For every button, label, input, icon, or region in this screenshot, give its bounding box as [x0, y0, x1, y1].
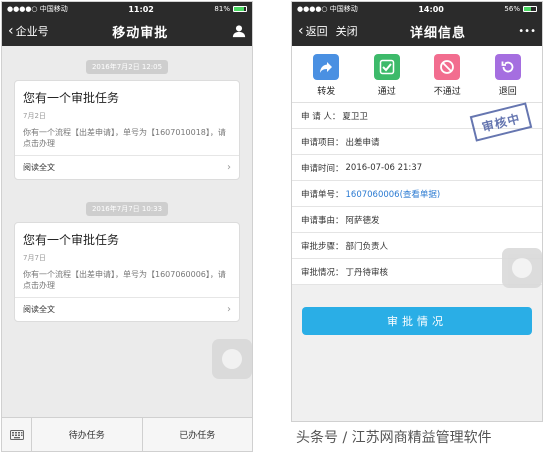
message-card[interactable]: 您有一个审批任务 7月2日 你有一个流程【出差申请】，单号为【160701001… [14, 80, 240, 180]
tab-done-tasks[interactable]: 已办任务 [141, 418, 253, 451]
assistive-touch-dot [222, 349, 242, 369]
assistive-touch-dot [512, 258, 532, 278]
status-bar: ●●●●○ 中国移动 14:00 56% [292, 2, 542, 16]
keyboard-icon [9, 429, 24, 440]
page-title: 移动审批 [112, 25, 169, 41]
nav-left-group: ‹ 返回 关闭 [298, 23, 358, 39]
field-label: 审批情况： [301, 267, 344, 278]
detail-screen: ●●●●○ 中国移动 14:00 56% ‹ 返回 关闭 详细信息 ••• 转发 [291, 1, 543, 422]
card-body: 您有一个审批任务 7月7日 你有一个流程【出差申请】，单号为【160706000… [15, 223, 239, 297]
field-label: 申请单号： [301, 189, 344, 200]
battery-icon [522, 6, 537, 12]
close-button[interactable]: 关闭 [336, 23, 358, 39]
card-title: 您有一个审批任务 [23, 91, 120, 105]
field-value: 丁丹待审核 [345, 267, 389, 278]
return-button[interactable]: 退回 [482, 54, 534, 97]
keyboard-toggle[interactable] [2, 418, 32, 451]
read-full-label: 阅读全文 [23, 163, 55, 172]
field-reason: 申请事由： 阿萨德发 [292, 207, 542, 233]
field-order-number: 申请单号： 1607060006(查看单据) [292, 181, 542, 207]
page-title: 详细信息 [409, 25, 466, 41]
approval-status-button[interactable]: 审批情况 [302, 307, 532, 335]
chevron-right-icon: › [227, 162, 231, 173]
battery-group: 56% [504, 5, 537, 13]
read-full-link[interactable]: 阅读全文 › [15, 297, 239, 321]
watermark-text: 头条号 / 江苏网商精益管理软件 [296, 430, 492, 446]
carrier-label: ●●●●○ 中国移动 [7, 5, 68, 13]
chevron-right-icon: › [227, 304, 231, 315]
more-options-button[interactable]: ••• [518, 26, 536, 37]
battery-fill [523, 7, 531, 11]
carrier-label: ●●●●○ 中国移动 [297, 5, 358, 13]
field-label: 申请时间： [301, 163, 344, 174]
field-label: 申请事由： [301, 215, 344, 226]
forward-icon [313, 54, 340, 80]
battery-fill [233, 7, 244, 11]
battery-percent: 81% [214, 5, 230, 13]
reject-icon [434, 54, 461, 80]
card-date: 7月2日 [23, 112, 46, 120]
field-label: 申请项目： [301, 137, 344, 148]
battery-group: 81% [214, 5, 247, 13]
chevron-left-icon: ‹ [8, 23, 14, 39]
clock: 11:02 [128, 4, 154, 14]
back-label: 企业号 [15, 25, 49, 38]
card-description: 你有一个流程【出差申请】，单号为【1607010018】，请点击办理 [23, 128, 226, 148]
timestamp-text: 2016年7月2日 12:05 [85, 60, 169, 74]
back-button[interactable]: 返回 [306, 23, 328, 39]
nav-bar: ‹ 企业号 移动审批 [2, 16, 252, 46]
return-label: 退回 [498, 87, 517, 97]
read-full-link[interactable]: 阅读全文 › [15, 155, 239, 179]
read-full-label: 阅读全文 [23, 305, 55, 314]
card-body: 您有一个审批任务 7月2日 你有一个流程【出差申请】，单号为【160701001… [15, 81, 239, 155]
assistive-touch-button[interactable] [212, 339, 252, 379]
nav-bar: ‹ 返回 关闭 详细信息 ••• [292, 16, 542, 46]
field-value: 2016-07-06 21:37 [345, 162, 423, 173]
field-value: 阿萨德发 [345, 215, 380, 226]
timestamp-text: 2016年7月7日 10:33 [85, 202, 169, 216]
message-timestamp: 2016年7月2日 12:05 [2, 54, 252, 74]
field-time: 申请时间： 2016-07-06 21:37 [292, 155, 542, 181]
card-description: 你有一个流程【出差申请】，单号为【1607060006】，请点击办理 [23, 270, 226, 290]
field-value: 出差申请 [345, 137, 380, 148]
return-icon [494, 54, 521, 80]
clock: 14:00 [418, 4, 444, 14]
bottom-tab-bar: 待办任务 已办任务 [2, 417, 252, 451]
reject-button[interactable]: 不通过 [421, 54, 473, 97]
forward-button[interactable]: 转发 [300, 54, 352, 97]
view-document-link[interactable]: 1607060006(查看单据) [346, 188, 441, 200]
field-label: 申 请 人： [301, 111, 341, 122]
status-bar: ●●●●○ 中国移动 11:02 81% [2, 2, 252, 16]
assistive-touch-button[interactable] [502, 248, 542, 288]
field-value: 夏卫卫 [342, 111, 368, 122]
chat-screen: ●●●●○ 中国移动 11:02 81% ‹ 企业号 移动审批 2016年7月2… [1, 1, 253, 452]
card-title: 您有一个审批任务 [23, 233, 120, 247]
card-date: 7月7日 [23, 254, 46, 262]
message-card[interactable]: 您有一个审批任务 7月7日 你有一个流程【出差申请】，单号为【160706000… [14, 222, 240, 322]
field-label: 审批步骤： [301, 241, 344, 252]
screenshot-stage: ●●●●○ 中国移动 11:02 81% ‹ 企业号 移动审批 2016年7月2… [0, 0, 544, 453]
message-timestamp: 2016年7月7日 10:33 [2, 196, 252, 216]
approve-label: 通过 [377, 87, 396, 97]
battery-percent: 56% [504, 5, 520, 13]
chevron-left-icon[interactable]: ‹ [298, 24, 304, 38]
person-icon[interactable] [232, 24, 246, 38]
back-button[interactable]: ‹ 企业号 [8, 23, 49, 39]
check-icon [373, 54, 400, 80]
approve-button[interactable]: 通过 [361, 54, 413, 97]
action-bar: 转发 通过 不通过 退回 [292, 46, 542, 103]
tab-pending-tasks[interactable]: 待办任务 [32, 418, 142, 451]
forward-label: 转发 [317, 87, 336, 97]
battery-icon [232, 6, 247, 12]
reject-label: 不通过 [433, 87, 461, 97]
field-value: 部门负责人 [345, 241, 389, 252]
